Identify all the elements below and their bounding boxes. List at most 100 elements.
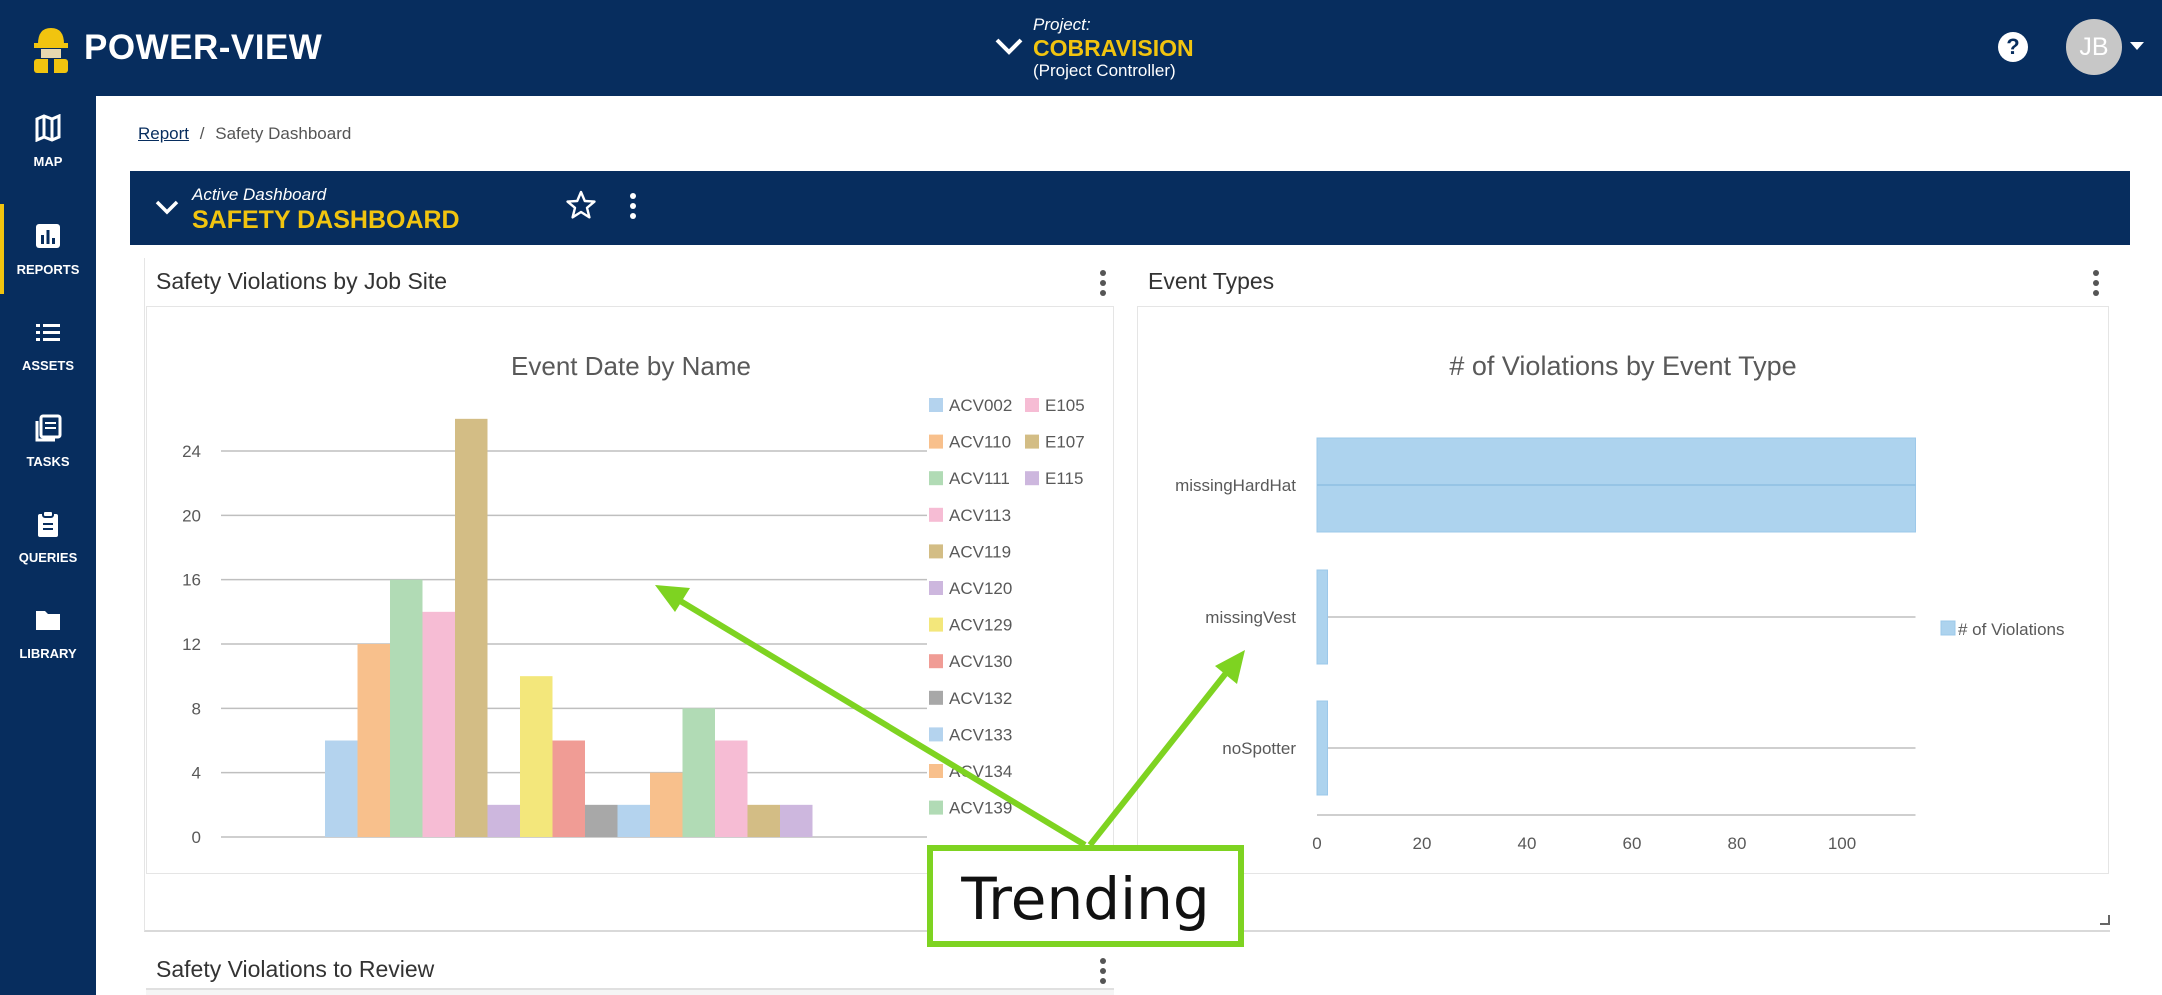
- legend-swatch: [929, 690, 943, 705]
- project-chevron-down-icon[interactable]: [994, 34, 1024, 58]
- clipboard-icon: [38, 510, 58, 537]
- bar-e115[interactable]: [780, 804, 813, 837]
- y-tick-label: 4: [192, 764, 201, 783]
- y-tick-label: 8: [192, 699, 201, 718]
- sidebar-item-label: MAP: [33, 154, 63, 169]
- event-types-chart-area: # of Violations by Event Type 0 20 40 60 80 10…: [1137, 306, 2109, 874]
- x-tick-label: 40: [1518, 834, 1537, 853]
- project-label: Project:: [1033, 15, 1091, 34]
- app-brand: POWER-VIEW: [84, 28, 323, 67]
- project-role: (Project Controller): [1033, 61, 1176, 80]
- legend-swatch: [929, 507, 943, 522]
- user-avatar[interactable]: JB: [2066, 19, 2122, 75]
- construction-worker-icon: [34, 28, 68, 73]
- legend-swatch: [929, 471, 943, 486]
- review-panel-kebab-icon[interactable]: [1098, 956, 1108, 986]
- sidebar-item-library[interactable]: LIBRARY: [0, 588, 96, 678]
- legend-swatch: [1025, 471, 1039, 486]
- legend-label: E105: [1045, 396, 1085, 415]
- folder-icon: [36, 611, 60, 630]
- chart-title: # of Violations by Event Type: [1449, 351, 1796, 381]
- dashboard-menu-kebab-icon[interactable]: [628, 191, 638, 221]
- sidebar-item-assets[interactable]: ASSETS: [0, 300, 96, 390]
- trending-annotation-box: Trending: [927, 845, 1244, 947]
- violations-chart-area: Event Date by Name 0 4 8 12 16 20 24 ACV002 ACV11…: [146, 306, 1114, 874]
- review-panel-title: Safety Violations to Review: [156, 956, 435, 982]
- map-icon: [35, 114, 61, 142]
- event-types-panel-title: Event Types: [1148, 268, 1275, 294]
- trending-annotation-text: Trending: [961, 865, 1210, 933]
- bar-acv132[interactable]: [585, 804, 618, 837]
- sidebar-item-map[interactable]: MAP: [0, 96, 96, 186]
- sidebar-item-label: REPORTS: [16, 262, 80, 277]
- y-tick-label: 0: [192, 828, 201, 847]
- bar-acv113[interactable]: [422, 611, 456, 837]
- legend-swatch: [929, 800, 943, 815]
- legend-label: ACV134: [949, 762, 1012, 781]
- legend-label: ACV130: [949, 652, 1012, 671]
- legend-label: ACV002: [949, 396, 1012, 415]
- bar-e105[interactable]: [715, 740, 748, 838]
- x-tick-label: 0: [1312, 834, 1321, 853]
- chart-title: Event Date by Name: [511, 351, 751, 381]
- bar-acv002[interactable]: [325, 740, 358, 838]
- y-category-label: missingVest: [1205, 608, 1296, 627]
- violations-panel-kebab-icon[interactable]: [1098, 268, 1108, 298]
- bar-missingvest[interactable]: [1316, 569, 1328, 665]
- resize-handle[interactable]: [2100, 915, 2110, 925]
- bar-acv111[interactable]: [390, 579, 423, 837]
- help-icon[interactable]: ?: [1998, 32, 2028, 62]
- bar-nospotter[interactable]: [1316, 700, 1328, 796]
- legend-label: E107: [1045, 433, 1085, 452]
- project-name[interactable]: COBRAVISION: [1033, 35, 1194, 62]
- legend-swatch: [929, 727, 943, 742]
- x-tick-label: 100: [1828, 834, 1856, 853]
- legend-label: ACV111: [949, 469, 1010, 488]
- violations-by-type-bar-chart: # of Violations by Event Type 0 20 40 60 80 10…: [1175, 351, 2064, 853]
- y-tick-label: 16: [182, 571, 201, 590]
- event-date-bar-chart: Event Date by Name 0 4 8 12 16 20 24 ACV002 ACV11…: [182, 351, 1085, 847]
- breadcrumb-link-report[interactable]: Report: [138, 124, 189, 143]
- bar-e107[interactable]: [747, 804, 781, 837]
- legend-swatch: [929, 581, 943, 595]
- top-bar: POWER-VIEW Project: COBRAVISION (Project…: [0, 0, 2162, 96]
- bar-chart-icon: [36, 224, 60, 248]
- dashboard-chevron-down-icon[interactable]: [154, 197, 180, 217]
- review-table-header: [146, 988, 1114, 995]
- y-category-label: noSpotter: [1222, 739, 1296, 758]
- legend-swatch: [1025, 398, 1039, 412]
- bar-acv119[interactable]: [455, 418, 488, 837]
- sidebar-item-label: LIBRARY: [19, 646, 77, 661]
- legend-label: # of Violations: [1958, 620, 2064, 639]
- sidebar-item-tasks[interactable]: TASKS: [0, 396, 96, 486]
- legend-label: E115: [1045, 469, 1083, 488]
- legend-label: ACV132: [949, 689, 1012, 708]
- user-menu-caret-icon[interactable]: [2130, 42, 2144, 50]
- legend-swatch: [1025, 434, 1039, 449]
- legend-swatch: [929, 434, 943, 449]
- event-types-panel-kebab-icon[interactable]: [2091, 268, 2101, 298]
- y-tick-label: 12: [182, 635, 201, 654]
- breadcrumb-separator: /: [199, 124, 205, 143]
- bar-acv139[interactable]: [682, 708, 716, 837]
- legend-swatch: [929, 654, 943, 669]
- sidebar-item-reports[interactable]: REPORTS: [0, 204, 96, 294]
- y-tick-label: 24: [182, 442, 201, 461]
- bar-acv134[interactable]: [650, 772, 683, 837]
- list-icon: [36, 324, 60, 341]
- bar-acv129[interactable]: [520, 676, 553, 837]
- legend-label: ACV119: [949, 542, 1011, 561]
- bar-acv133[interactable]: [617, 804, 651, 837]
- legend-label: ACV139: [949, 799, 1012, 818]
- y-category-label: missingHardHat: [1175, 476, 1296, 495]
- sidebar-item-queries[interactable]: QUERIES: [0, 492, 96, 582]
- bar-acv130[interactable]: [552, 740, 586, 838]
- y-tick-label: 20: [182, 506, 201, 525]
- bar-acv110[interactable]: [357, 644, 391, 837]
- dashboard-header: Active Dashboard SAFETY DASHBOARD: [130, 171, 2130, 245]
- legend-label: ACV133: [949, 725, 1012, 744]
- bar-acv120[interactable]: [487, 804, 521, 837]
- favorite-star-icon[interactable]: [565, 189, 597, 221]
- legend-swatch: [929, 764, 943, 778]
- legend-swatch: [929, 617, 943, 632]
